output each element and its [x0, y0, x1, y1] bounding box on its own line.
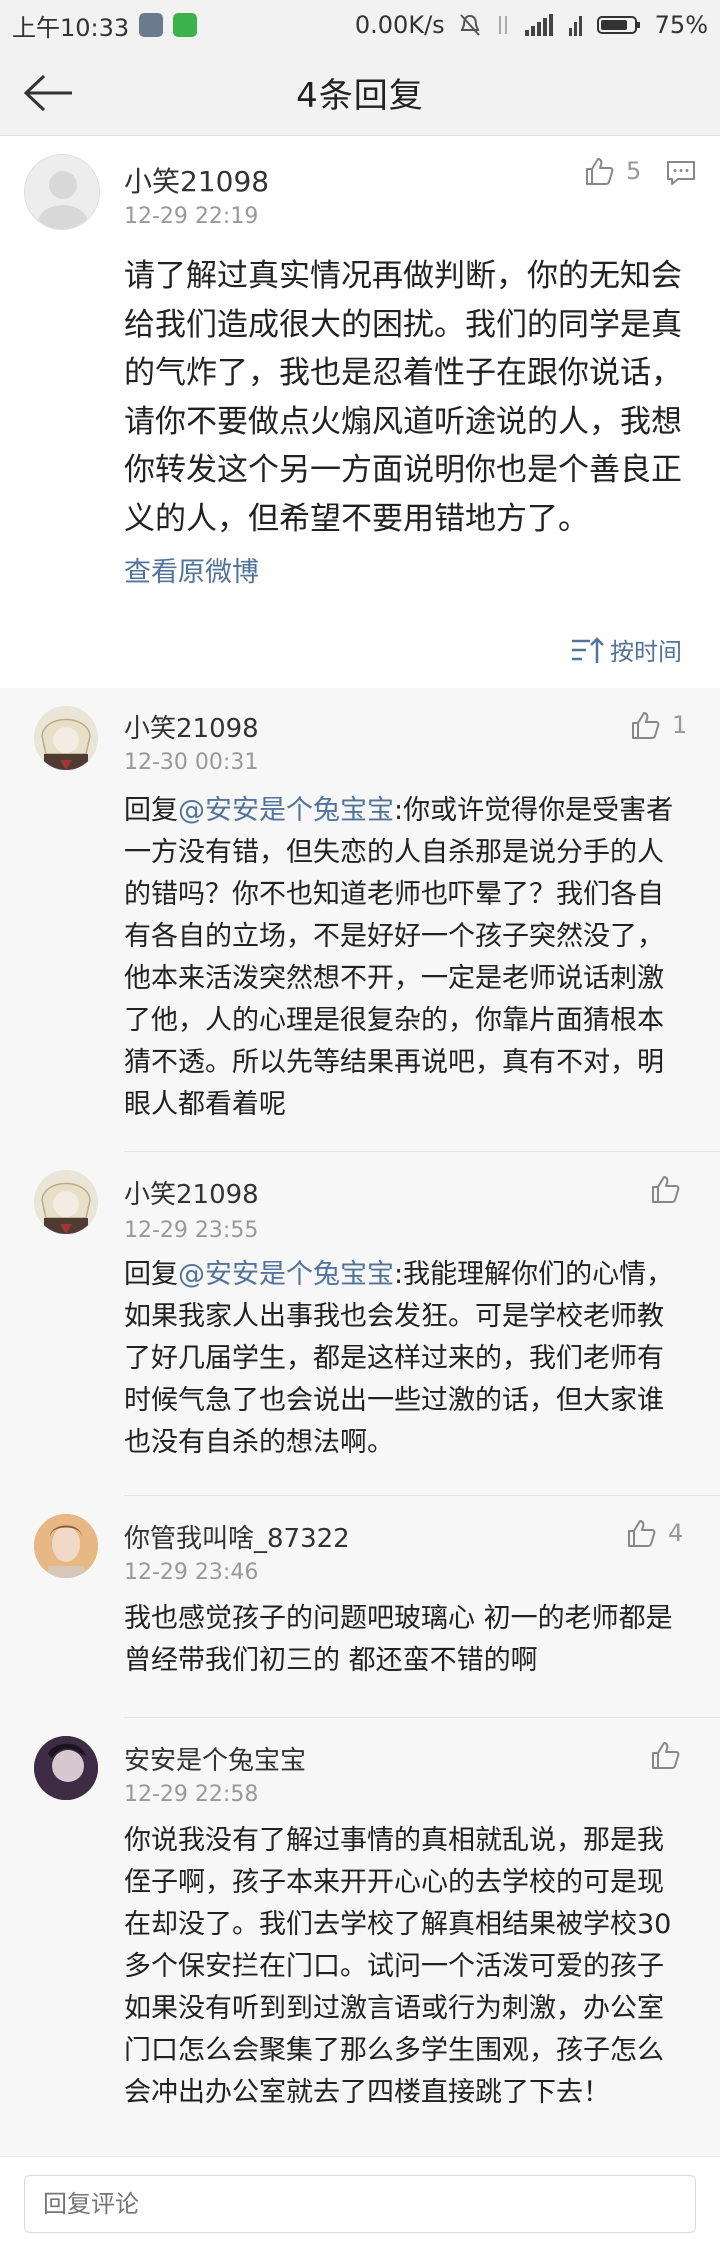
default-avatar-icon — [37, 171, 89, 229]
reply-body: 我也感觉孩子的问题吧玻璃心 初一的老师都是曾经带我们初三的 都还蛮不错的啊 — [124, 1603, 673, 1676]
second-signal-icon — [568, 16, 582, 36]
comment-icon — [667, 161, 695, 185]
photo-avatar-icon — [34, 1514, 98, 1578]
post-time: 12-29 22:19 — [124, 204, 259, 229]
status-left: 上午10:33 — [12, 8, 198, 43]
reply-time: 12-30 00:31 — [124, 750, 259, 775]
like-button[interactable]: 4 — [626, 1518, 683, 1548]
status-time: 上午10:33 — [12, 13, 130, 42]
author-name[interactable]: 安安是个兔宝宝 — [124, 1740, 306, 1777]
thumbs-up-icon — [628, 1520, 656, 1547]
author-name[interactable]: 小笑21098 — [124, 1174, 259, 1211]
reply-input[interactable] — [24, 2175, 696, 2233]
avatar[interactable] — [34, 706, 98, 770]
battery-icon — [596, 16, 640, 34]
status-bar: 上午10:33 0.00K/s 75% — [0, 0, 720, 50]
avatar[interactable] — [34, 1736, 98, 1800]
sort-by-time-button[interactable]: 按时间 — [570, 632, 682, 667]
comment-button[interactable] — [666, 160, 696, 190]
avatar[interactable] — [34, 1514, 98, 1578]
signal-icon — [524, 14, 553, 36]
reply-time: 12-29 22:58 — [124, 1782, 259, 1807]
status-right: 0.00K/s 75% — [355, 11, 708, 39]
like-button[interactable] — [650, 1740, 680, 1770]
view-original-link[interactable]: 查看原微博 — [124, 550, 259, 589]
sort-icon — [572, 636, 604, 663]
reply-item: 安安是个兔宝宝 12-29 22:58 你说我没有了解过事情的真相就乱说，那是我… — [0, 1718, 720, 2156]
reply-item: 你管我叫啥_87322 12-29 23:46 4 我也感觉孩子的问题吧玻璃心 … — [0, 1496, 720, 1718]
like-button[interactable]: 5 — [584, 156, 641, 186]
thumbs-up-icon — [652, 1176, 680, 1203]
thumbs-up-icon — [632, 712, 660, 739]
like-count: 1 — [672, 711, 688, 739]
anime-avatar-icon — [34, 1170, 98, 1234]
photo-avatar-icon — [34, 1736, 98, 1800]
anime-avatar-icon — [34, 706, 98, 770]
network-speed: 0.00K/s — [354, 11, 445, 39]
reply-content: 回复@安安是个兔宝宝:你或许觉得你是受害者一方没有错，但失恋的人自杀那是说分手的… — [124, 790, 680, 1126]
author-name[interactable]: 你管我叫啥_87322 — [124, 1518, 350, 1555]
reply-prefix: 回复 — [124, 795, 178, 826]
thumbs-up-icon — [652, 1742, 680, 1769]
thumbs-up-icon — [586, 158, 614, 185]
like-button[interactable] — [650, 1174, 680, 1204]
like-button[interactable]: 1 — [630, 710, 687, 740]
like-count: 5 — [626, 157, 642, 185]
reply-item: 小笑21098 12-30 00:31 1 回复@安安是个兔宝宝:你或许觉得你是… — [0, 688, 720, 1152]
mute-icon — [459, 14, 480, 36]
reply-body: 你说我没有了解过事情的真相就乱说，那是我侄子啊，孩子本来开开心心的去学校的可是现… — [124, 1825, 672, 2108]
app-notification-icon — [139, 13, 164, 37]
back-button[interactable] — [22, 72, 78, 114]
reply-time: 12-29 23:46 — [124, 1560, 259, 1585]
author-name[interactable]: 小笑21098 — [124, 708, 259, 745]
page-title: 4条回复 — [296, 76, 424, 116]
bottom-bar — [0, 2156, 720, 2248]
reply-time: 12-29 23:55 — [124, 1218, 259, 1243]
reply-body: :你或许觉得你是受害者一方没有错，但失恋的人自杀那是说分手的人的错吗？你不也知道… — [124, 795, 674, 1120]
data-transfer-icon — [498, 16, 507, 34]
author-name[interactable]: 小笑21098 — [124, 160, 269, 200]
post-content: 请了解过真实情况再做判断，你的无知会给我们造成很大的困扰。我们的同学是真的气炸了… — [124, 258, 682, 537]
reply-item: 小笑21098 12-29 23:55 回复@安安是个兔宝宝:我能理解你们的心情… — [0, 1152, 720, 1496]
sort-label: 按时间 — [610, 638, 682, 666]
reply-content: 回复@安安是个兔宝宝:我能理解你们的心情，如果我家人出事我也会发狂。可是学校老师… — [124, 1254, 680, 1464]
avatar[interactable] — [24, 154, 100, 230]
arrow-left-icon — [23, 74, 72, 112]
nav-bar: 4条回复 — [0, 50, 720, 136]
like-count: 4 — [668, 1519, 684, 1547]
user-mention-link[interactable]: @安安是个兔宝宝 — [178, 1259, 394, 1290]
user-mention-link[interactable]: @安安是个兔宝宝 — [178, 795, 394, 826]
avatar[interactable] — [34, 1170, 98, 1234]
battery-percent: 75% — [654, 11, 708, 39]
reply-prefix: 回复 — [124, 1259, 178, 1290]
wechat-notification-icon — [173, 13, 198, 37]
